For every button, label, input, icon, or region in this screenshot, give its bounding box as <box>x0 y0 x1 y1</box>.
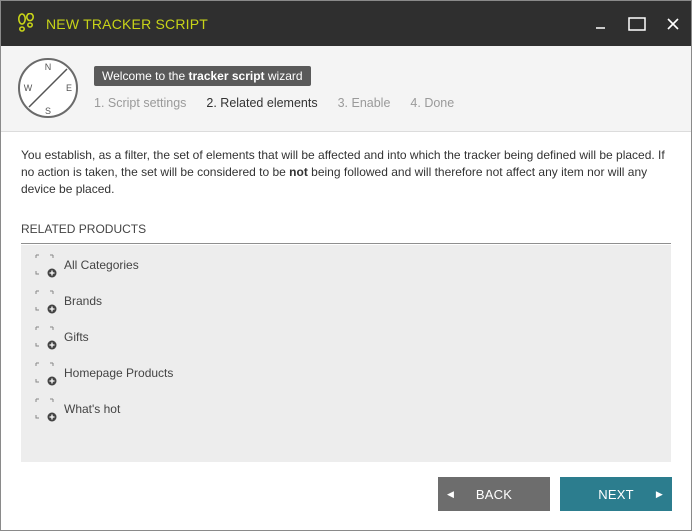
chevron-right-icon: ▶ <box>655 489 663 499</box>
tree-item-label[interactable]: What's hot <box>64 402 120 416</box>
welcome-prefix: Welcome to the <box>102 69 189 83</box>
tree-item[interactable]: All Categories <box>33 250 139 280</box>
maximize-icon <box>628 16 646 31</box>
window-controls <box>583 1 691 46</box>
back-button[interactable]: ◀ BACK <box>438 477 550 511</box>
wizard-header: N E S W Welcome to the tracker script wi… <box>1 46 691 132</box>
compass-east-label: E <box>66 83 72 93</box>
minimize-button[interactable] <box>583 1 619 46</box>
welcome-suffix: wizard <box>264 69 303 83</box>
compass-south-label: S <box>45 106 51 116</box>
compass-icon: N E S W <box>18 58 78 118</box>
footprints-icon <box>17 12 34 32</box>
expand-node-icon[interactable] <box>33 323 57 351</box>
section-divider <box>21 243 671 244</box>
title-bar: NEW TRACKER SCRIPT <box>1 1 691 46</box>
expand-node-icon[interactable] <box>33 251 57 279</box>
wizard-welcome-banner: Welcome to the tracker script wizard <box>94 66 311 86</box>
expand-node-icon[interactable] <box>33 359 57 387</box>
step-enable[interactable]: 3. Enable <box>338 96 391 110</box>
filter-description: You establish, as a filter, the set of e… <box>21 147 671 198</box>
related-products-title: RELATED PRODUCTS <box>21 222 147 236</box>
step-done[interactable]: 4. Done <box>410 96 454 110</box>
tree-item[interactable]: Homepage Products <box>33 358 173 388</box>
back-button-label: BACK <box>475 486 513 502</box>
step-script-settings[interactable]: 1. Script settings <box>94 96 186 110</box>
close-icon <box>667 17 679 30</box>
welcome-bold: tracker script <box>188 69 265 83</box>
window-title: NEW TRACKER SCRIPT <box>46 15 209 32</box>
tree-item[interactable]: Gifts <box>33 322 89 352</box>
compass-north-label: N <box>45 62 52 72</box>
wizard-steps: 1. Script settings 2. Related elements 3… <box>94 96 474 110</box>
next-button-label: NEXT <box>598 486 634 502</box>
chevron-left-icon: ◀ <box>447 489 455 499</box>
tree-item-label[interactable]: All Categories <box>64 258 139 272</box>
close-button[interactable] <box>655 1 691 46</box>
next-button[interactable]: NEXT ▶ <box>560 477 672 511</box>
step-related-elements[interactable]: 2. Related elements <box>206 96 317 110</box>
expand-node-icon[interactable] <box>33 287 57 315</box>
minimize-icon <box>596 26 605 29</box>
tree-item[interactable]: Brands <box>33 286 102 316</box>
tracker-script-window: NEW TRACKER SCRIPT N E S W Welcome to th… <box>0 0 692 531</box>
compass-west-label: W <box>24 83 33 93</box>
tree-item[interactable]: What's hot <box>33 394 120 424</box>
tree-item-label[interactable]: Homepage Products <box>64 366 173 380</box>
related-products-tree: All Categories Brands Gifts Homepage Pro… <box>21 245 671 462</box>
expand-node-icon[interactable] <box>33 395 57 423</box>
description-bold: not <box>289 165 308 179</box>
tree-item-label[interactable]: Brands <box>64 294 102 308</box>
tree-item-label[interactable]: Gifts <box>64 330 89 344</box>
maximize-button[interactable] <box>619 1 655 46</box>
